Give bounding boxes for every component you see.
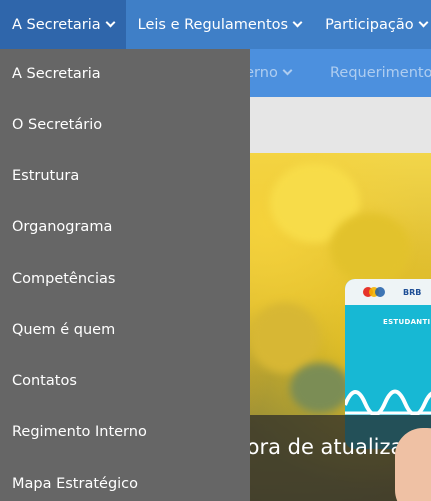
nav-a-secretaria[interactable]: A Secretaria bbox=[0, 0, 126, 49]
menu-item-organograma[interactable]: Organograma bbox=[12, 219, 112, 235]
top-navigation: A Secretaria Leis e Regulamentos Partici… bbox=[0, 0, 431, 49]
leaf-blob bbox=[290, 363, 350, 413]
menu-item-a-secretaria[interactable]: A Secretaria bbox=[12, 66, 101, 82]
nav-participacao-label: Participação bbox=[325, 16, 414, 33]
card-logo-icon bbox=[375, 287, 385, 297]
hand-image bbox=[395, 428, 431, 501]
nav-leis-e-regulamentos[interactable]: Leis e Regulamentos bbox=[126, 0, 313, 49]
chevron-down-icon bbox=[282, 65, 293, 76]
menu-item-o-secretario[interactable]: O Secretário bbox=[12, 117, 102, 133]
card-wave-graphic bbox=[345, 389, 431, 415]
subnav-requerimentos-label: Requerimentos bbox=[330, 65, 431, 81]
menu-item-mapa-estrategico[interactable]: Mapa Estratégico bbox=[12, 476, 138, 492]
chevron-down-icon bbox=[418, 17, 429, 27]
card-type: ESTUDANTIL bbox=[383, 318, 431, 326]
menu-item-contatos[interactable]: Contatos bbox=[12, 373, 77, 389]
flower-blob bbox=[250, 303, 320, 373]
chevron-down-icon bbox=[292, 17, 303, 27]
menu-item-regimento-interno[interactable]: Regimento Interno bbox=[12, 424, 147, 440]
nav-leis-label: Leis e Regulamentos bbox=[137, 16, 289, 33]
a-secretaria-dropdown-menu: A Secretaria O Secretário Estrutura Orga… bbox=[0, 49, 250, 501]
nav-participacao[interactable]: Participação bbox=[313, 0, 431, 49]
flower-blob bbox=[330, 213, 410, 283]
chevron-down-icon bbox=[105, 17, 116, 27]
menu-item-quem-e-quem[interactable]: Quem é quem bbox=[12, 322, 115, 338]
menu-item-estrutura[interactable]: Estrutura bbox=[12, 168, 79, 184]
card-brand: BRB bbox=[403, 288, 422, 297]
subnav-requerimentos[interactable]: Requerimentos bbox=[330, 49, 431, 97]
nav-a-secretaria-label: A Secretaria bbox=[12, 16, 101, 33]
menu-item-competencias[interactable]: Competências bbox=[12, 271, 115, 287]
